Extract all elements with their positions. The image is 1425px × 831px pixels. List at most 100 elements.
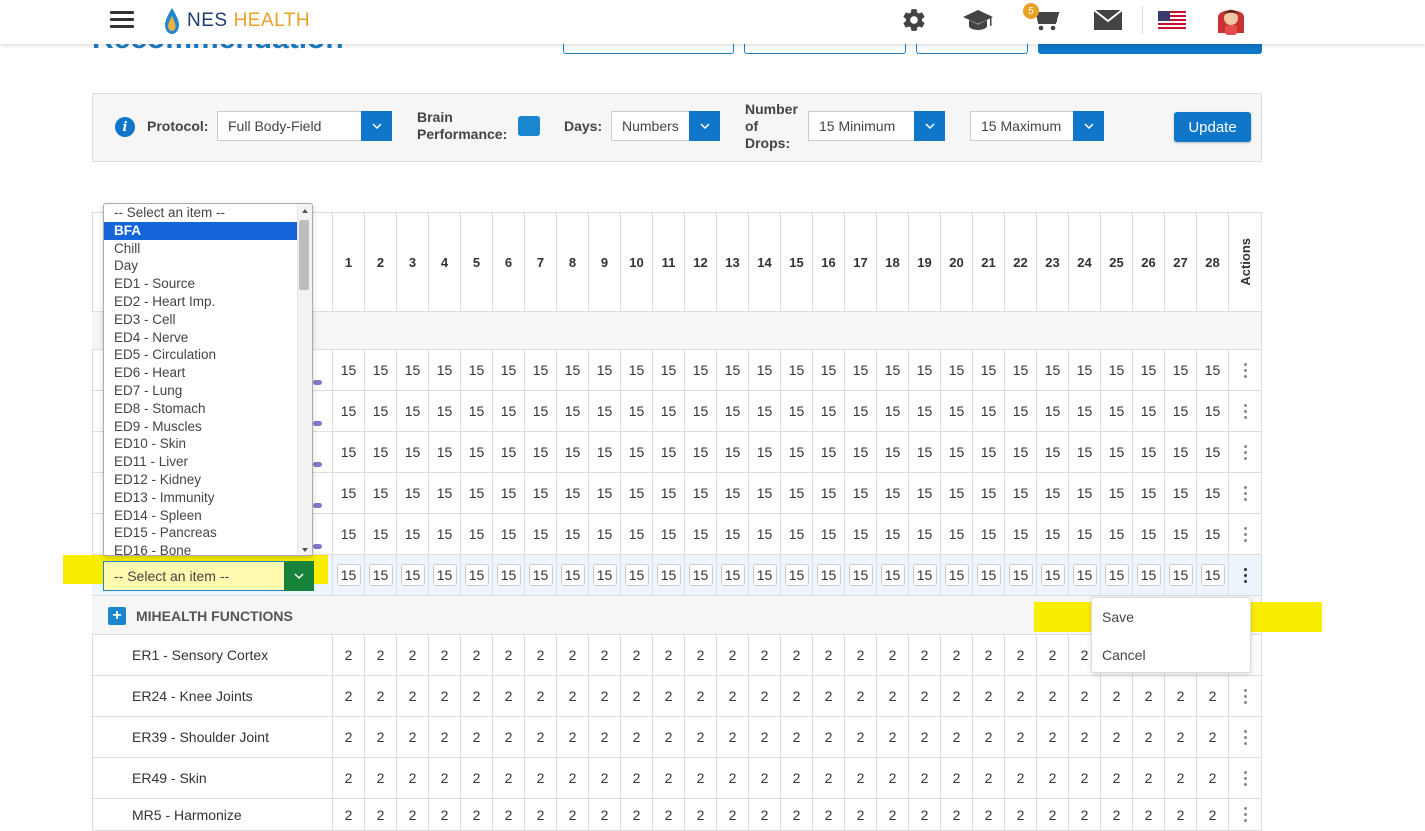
day-value-input[interactable]: 15: [656, 564, 681, 586]
dropdown-option[interactable]: ED2 - Heart Imp.: [104, 293, 297, 311]
day-value-cell[interactable]: 15: [845, 555, 877, 596]
day-value-input[interactable]: 15: [816, 564, 841, 586]
dropdown-scrollbar[interactable]: [297, 204, 312, 555]
kebab-menu-icon[interactable]: [1243, 444, 1247, 460]
day-value-input[interactable]: 15: [1104, 564, 1129, 586]
max-drops-select[interactable]: 15 Maximum: [970, 111, 1104, 141]
day-value-cell[interactable]: 15: [1197, 555, 1229, 596]
kebab-menu-icon[interactable]: [1243, 485, 1247, 501]
day-value-input[interactable]: 15: [688, 564, 713, 586]
days-select[interactable]: Numbers: [611, 111, 720, 141]
day-value-cell[interactable]: 15: [909, 555, 941, 596]
dropdown-option[interactable]: ED6 - Heart: [104, 364, 297, 382]
dropdown-option[interactable]: ED4 - Nerve: [104, 329, 297, 347]
dropdown-option[interactable]: ED16 - Bone: [104, 542, 297, 555]
dropdown-option[interactable]: ED13 - Immunity: [104, 489, 297, 507]
day-value-cell[interactable]: 15: [813, 555, 845, 596]
day-value-cell[interactable]: 15: [365, 555, 397, 596]
dropdown-option[interactable]: ED11 - Liver: [104, 453, 297, 471]
row-actions-cell[interactable]: [1229, 555, 1262, 596]
row-actions-cell[interactable]: [1229, 676, 1262, 717]
update-button[interactable]: Update: [1174, 112, 1251, 142]
day-value-input[interactable]: 15: [400, 564, 425, 586]
day-value-input[interactable]: 15: [912, 564, 937, 586]
day-value-input[interactable]: 15: [976, 564, 1001, 586]
row-actions-cell[interactable]: [1229, 799, 1262, 831]
day-value-input[interactable]: 15: [1072, 564, 1097, 586]
day-value-input[interactable]: 15: [880, 564, 905, 586]
day-value-cell[interactable]: 15: [589, 555, 621, 596]
day-value-cell[interactable]: 15: [1005, 555, 1037, 596]
dropdown-option[interactable]: ED14 - Spleen: [104, 507, 297, 525]
day-value-cell[interactable]: 15: [1165, 555, 1197, 596]
day-value-input[interactable]: 15: [1136, 564, 1161, 586]
day-value-input[interactable]: 15: [496, 564, 521, 586]
day-value-input[interactable]: 15: [784, 564, 809, 586]
row-actions-cell[interactable]: [1229, 717, 1262, 758]
row-actions-cell[interactable]: [1229, 514, 1262, 555]
day-value-input[interactable]: 15: [336, 564, 361, 586]
day-value-cell[interactable]: 15: [749, 555, 781, 596]
day-value-cell[interactable]: 15: [1037, 555, 1069, 596]
dropdown-option[interactable]: ED9 - Muscles: [104, 418, 297, 436]
day-value-cell[interactable]: 15: [429, 555, 461, 596]
day-value-input[interactable]: 15: [528, 564, 553, 586]
kebab-menu-icon[interactable]: [1243, 403, 1247, 419]
user-avatar[interactable]: [1214, 3, 1248, 37]
hamburger-menu-icon[interactable]: [110, 8, 134, 30]
day-value-cell[interactable]: 15: [1069, 555, 1101, 596]
row-actions-cell[interactable]: [1229, 473, 1262, 514]
scroll-up-icon[interactable]: [302, 209, 308, 213]
dropdown-option[interactable]: ED5 - Circulation: [104, 346, 297, 364]
day-value-cell[interactable]: 15: [493, 555, 525, 596]
day-value-input[interactable]: 15: [752, 564, 777, 586]
dropdown-option[interactable]: -- Select an item --: [104, 204, 297, 222]
brain-performance-checkbox[interactable]: [518, 116, 540, 136]
day-value-cell[interactable]: 15: [1133, 555, 1165, 596]
info-icon[interactable]: i: [115, 117, 135, 137]
gear-icon[interactable]: [899, 6, 929, 34]
day-value-cell[interactable]: 15: [525, 555, 557, 596]
day-value-input[interactable]: 15: [720, 564, 745, 586]
kebab-menu-icon[interactable]: [1243, 729, 1247, 745]
item-select[interactable]: -- Select an item --: [103, 561, 314, 591]
day-value-input[interactable]: 15: [624, 564, 649, 586]
dropdown-option[interactable]: ED10 - Skin: [104, 435, 297, 453]
day-value-cell[interactable]: 15: [621, 555, 653, 596]
nes-health-logo[interactable]: NES HEALTH: [163, 6, 310, 36]
scroll-thumb[interactable]: [299, 220, 309, 290]
day-value-cell[interactable]: 15: [877, 555, 909, 596]
graduation-cap-icon[interactable]: [961, 6, 995, 34]
min-drops-select[interactable]: 15 Minimum: [808, 111, 945, 141]
row-actions-cell[interactable]: [1229, 350, 1262, 391]
row-actions-cell[interactable]: [1229, 758, 1262, 799]
dropdown-option[interactable]: Chill: [104, 240, 297, 258]
kebab-menu-icon[interactable]: [1243, 362, 1247, 378]
day-value-cell[interactable]: 15: [397, 555, 429, 596]
kebab-menu-icon[interactable]: [1243, 688, 1247, 704]
day-value-input[interactable]: 15: [560, 564, 585, 586]
kebab-menu-icon[interactable]: [1243, 770, 1247, 786]
dropdown-option[interactable]: ED3 - Cell: [104, 311, 297, 329]
day-value-cell[interactable]: 15: [461, 555, 493, 596]
day-value-input[interactable]: 15: [848, 564, 873, 586]
protocol-select[interactable]: Full Body-Field: [217, 111, 392, 141]
dropdown-option[interactable]: ED12 - Kidney: [104, 471, 297, 489]
us-flag-icon[interactable]: [1157, 6, 1187, 34]
day-value-input[interactable]: 15: [1200, 564, 1225, 586]
day-value-cell[interactable]: 15: [685, 555, 717, 596]
row-actions-cell[interactable]: [1229, 391, 1262, 432]
day-value-cell[interactable]: 15: [973, 555, 1005, 596]
day-value-input[interactable]: 15: [1040, 564, 1065, 586]
day-value-input[interactable]: 15: [944, 564, 969, 586]
dropdown-option[interactable]: ED1 - Source: [104, 275, 297, 293]
item-dropdown-list[interactable]: -- Select an item -- BFA Chill Day ED1 - Sou…: [103, 203, 313, 556]
day-value-input[interactable]: 15: [1008, 564, 1033, 586]
day-value-input[interactable]: 15: [368, 564, 393, 586]
mail-icon[interactable]: [1093, 6, 1123, 34]
kebab-menu-icon[interactable]: [1243, 526, 1247, 542]
day-value-input[interactable]: 15: [464, 564, 489, 586]
scroll-down-icon[interactable]: [302, 548, 308, 552]
dropdown-option[interactable]: ED7 - Lung: [104, 382, 297, 400]
day-value-cell[interactable]: 15: [653, 555, 685, 596]
